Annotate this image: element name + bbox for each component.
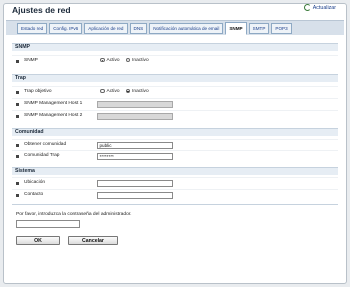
- contact-label: Contacto: [24, 192, 44, 197]
- community-trap-label: Comunidad Trap: [24, 153, 60, 158]
- tab-smtp[interactable]: SMTP: [248, 23, 270, 34]
- trap-inactive-radio[interactable]: [125, 88, 131, 94]
- tab-aplicacion-de-red[interactable]: Aplicación de red: [84, 23, 128, 34]
- trap-community-input[interactable]: ********: [97, 152, 173, 160]
- bullet-icon: [16, 90, 19, 94]
- location-label: Ubicación: [24, 180, 46, 185]
- snmp-inactive-label: Inactivo: [132, 57, 149, 63]
- section-system-header: Sistema: [12, 167, 338, 175]
- refresh-link[interactable]: Actualizar: [303, 4, 336, 11]
- snmp-inactive-radio[interactable]: [125, 57, 131, 63]
- trap-host1-row: SNMP Management Host 1: [12, 98, 338, 109]
- section-community-header: Comunidad: [12, 128, 338, 136]
- bullet-icon: [16, 154, 19, 158]
- section-trap-header: Trap: [12, 74, 338, 82]
- trap-host2-label: SNMP Management Host 2: [24, 113, 83, 118]
- snmp-row: SNMP Activo Inactivo: [12, 55, 338, 66]
- trap-host2-row: SNMP Management Host 2: [12, 110, 338, 121]
- trap-active-label: Activo: [106, 88, 120, 94]
- trap-radio-group: Activo Inactivo: [100, 89, 155, 94]
- cancel-button[interactable]: Cancelar: [68, 236, 118, 245]
- community-get-label: Obtener comunidad: [24, 142, 67, 147]
- snmp-active-radio[interactable]: [100, 57, 105, 63]
- get-community-input[interactable]: public: [97, 141, 173, 149]
- refresh-label: Actualizar: [312, 4, 336, 11]
- page-title: Ajustes de red: [12, 5, 71, 15]
- trap-target-row: Trap objetivo Activo Inactivo: [12, 86, 338, 97]
- trap-target-label: Trap objetivo: [24, 89, 52, 94]
- bullet-icon: [16, 59, 19, 63]
- trap-active-radio[interactable]: [100, 88, 105, 94]
- bullet-icon: [16, 143, 19, 147]
- tab-notificacion-email[interactable]: Notificación automática de email: [149, 23, 224, 34]
- community-trap-row: Comunidad Trap ********: [12, 150, 338, 161]
- tab-pop3[interactable]: POP3: [271, 23, 292, 34]
- community-get-row: Obtener comunidad public: [12, 139, 338, 150]
- snmp-active-label: Activo: [106, 57, 120, 63]
- refresh-icon: [303, 4, 311, 11]
- snmp-host1-input[interactable]: [97, 100, 173, 108]
- snmp-label: SNMP: [24, 58, 38, 63]
- location-input[interactable]: [97, 179, 173, 187]
- tab-config-ipv6[interactable]: Config. IPv6: [49, 23, 83, 34]
- bullet-icon: [16, 193, 19, 197]
- snmp-radio-group: Activo Inactivo: [100, 58, 155, 63]
- section-snmp-header: SNMP: [12, 43, 338, 51]
- ok-button[interactable]: OK: [16, 236, 60, 245]
- divider: [12, 204, 338, 205]
- snmp-host2-input[interactable]: [97, 112, 173, 120]
- bullet-icon: [16, 114, 19, 118]
- system-location-row: Ubicación: [12, 177, 338, 188]
- bullet-icon: [16, 181, 19, 185]
- admin-password-input[interactable]: [16, 220, 80, 228]
- system-contact-row: Contacto: [12, 189, 338, 200]
- tab-bar: Estado red Config. IPv6 Aplicación de re…: [6, 20, 344, 35]
- bullet-icon: [16, 102, 19, 106]
- contact-input[interactable]: [97, 191, 173, 199]
- tab-estado-red[interactable]: Estado red: [17, 23, 48, 34]
- trap-host1-label: SNMP Management Host 1: [24, 101, 83, 106]
- admin-password-prompt: Por favor, introduzca la contraseña del …: [16, 212, 132, 217]
- tab-snmp[interactable]: SNMP: [225, 22, 247, 35]
- trap-inactive-label: Inactivo: [132, 88, 149, 94]
- tab-dns[interactable]: DNS: [129, 23, 148, 34]
